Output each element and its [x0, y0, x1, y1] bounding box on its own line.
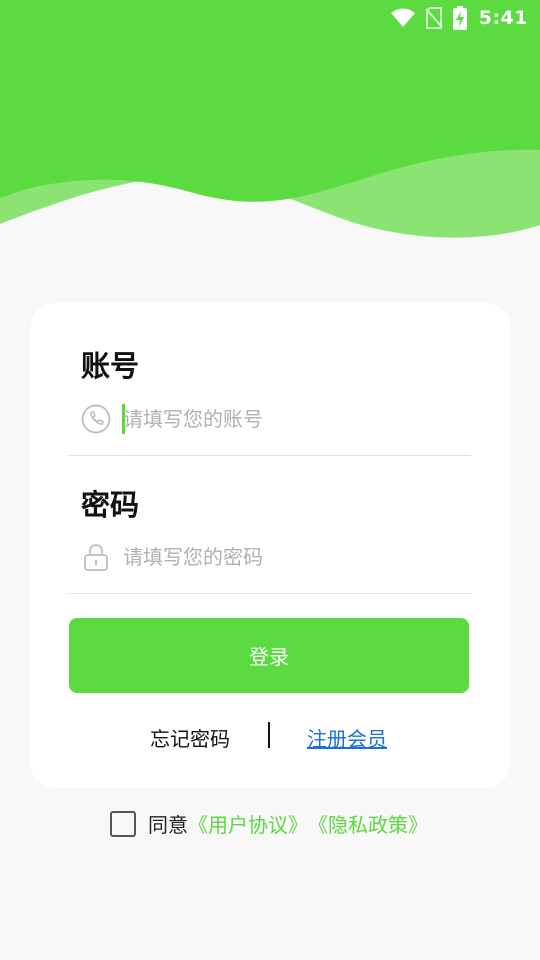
- status-bar: 5:41: [0, 0, 540, 36]
- phone-icon: [81, 404, 111, 434]
- wifi-icon: [390, 8, 415, 28]
- login-card: 账号 密码 登录 忘记密码 注册会员: [31, 303, 510, 788]
- battery-charging-icon: [452, 6, 467, 30]
- link-divider: [268, 722, 270, 748]
- status-time: 5:41: [478, 7, 528, 29]
- agreement-prefix: 同意: [148, 813, 188, 837]
- agreement-row: 同意 《用户协议》 《隐私政策》: [110, 809, 428, 838]
- forgot-password-link[interactable]: 忘记密码: [150, 723, 230, 752]
- header-wave-background: [0, 0, 540, 250]
- password-title: 密码: [81, 488, 140, 522]
- user-agreement-link[interactable]: 《用户协议》: [188, 809, 308, 838]
- account-divider: [69, 455, 471, 456]
- password-divider: [69, 593, 471, 594]
- login-button[interactable]: 登录: [69, 618, 469, 693]
- no-sim-icon: [424, 7, 443, 29]
- agreement-checkbox[interactable]: [110, 810, 136, 837]
- account-title: 账号: [81, 349, 140, 383]
- privacy-policy-link[interactable]: 《隐私政策》: [308, 809, 428, 838]
- account-input[interactable]: [123, 402, 463, 436]
- lock-icon: [81, 542, 111, 572]
- password-input[interactable]: [123, 540, 463, 574]
- register-link[interactable]: 注册会员: [307, 723, 387, 752]
